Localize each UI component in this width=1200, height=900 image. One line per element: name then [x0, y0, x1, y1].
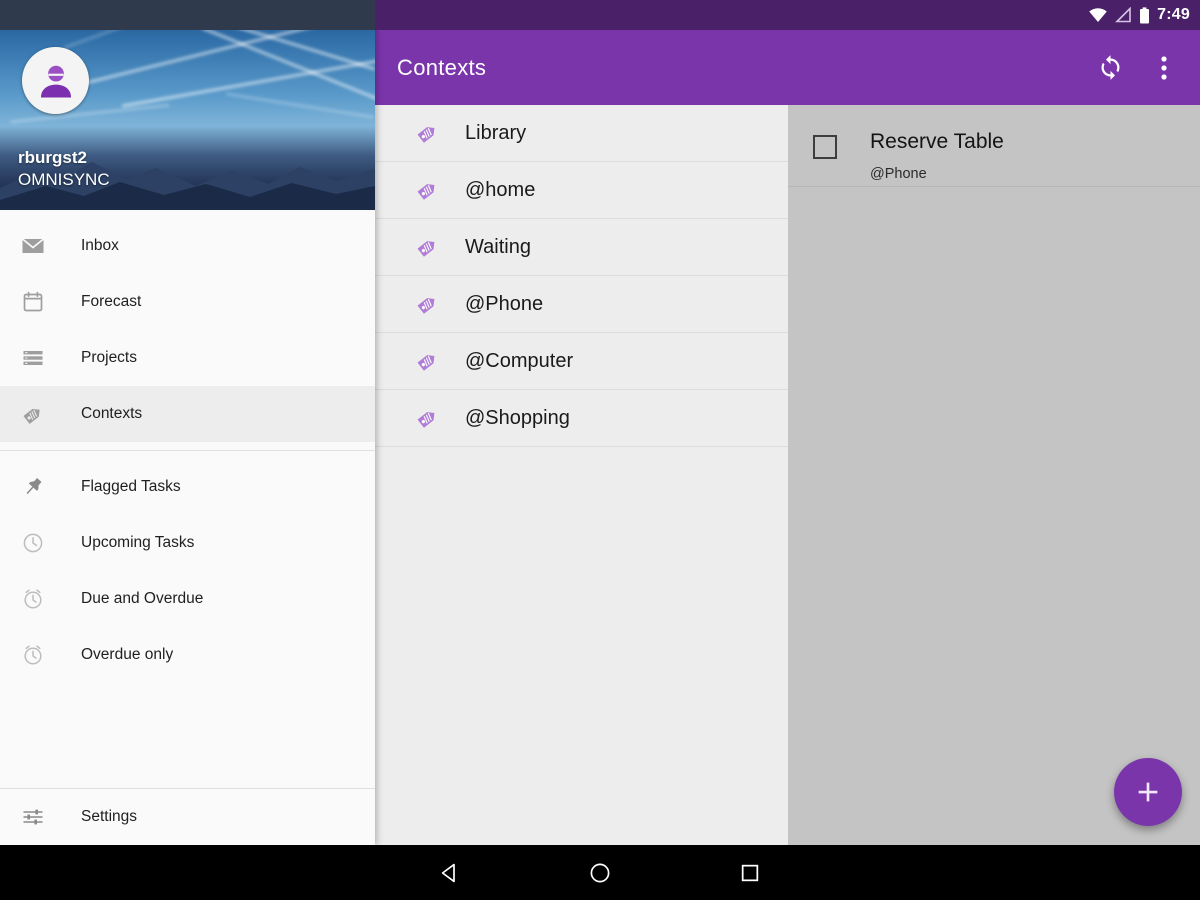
sidebar-item-forecast[interactable]: Forecast [0, 274, 375, 330]
home-circle-icon [588, 861, 612, 885]
sidebar-item-inbox[interactable]: Inbox [0, 218, 375, 274]
tag-icon [407, 291, 449, 317]
back-triangle-icon [438, 861, 462, 885]
context-list-item[interactable]: Library [375, 105, 788, 162]
context-list-item[interactable]: Waiting [375, 219, 788, 276]
calendar-icon [18, 290, 48, 314]
drawer-secondary-section: Flagged Tasks Upcoming Tasks Due and Ove… [0, 451, 375, 691]
tag-icon [407, 348, 449, 374]
tag-icon [407, 234, 449, 260]
context-list-item[interactable]: @Phone [375, 276, 788, 333]
sidebar-item-label: Settings [81, 808, 138, 825]
avatar[interactable] [22, 47, 89, 114]
home-button[interactable] [525, 861, 675, 885]
sidebar-item-label: Inbox [81, 237, 119, 254]
sidebar-item-settings[interactable]: Settings [0, 789, 375, 845]
app-screen: 7:49 Contexts Library @home Waiting @Pho… [0, 0, 1200, 900]
account-name: rburgst2 [18, 148, 87, 167]
task-detail-pane: Reserve Table @Phone [788, 105, 1200, 845]
wifi-icon [1088, 7, 1108, 23]
sidebar-item-label: Projects [81, 349, 137, 366]
sidebar-item-label: Forecast [81, 293, 142, 310]
sidebar-item-label: Due and Overdue [81, 590, 204, 607]
drawer-primary-section: Inbox Forecast Projects Contexts [0, 210, 375, 450]
clock-icon [18, 531, 48, 555]
status-bar-icons: 7:49 [1088, 0, 1190, 30]
inbox-envelope-icon [18, 234, 48, 258]
signal-icon [1115, 7, 1132, 23]
tag-icon [407, 405, 449, 431]
sidebar-item-label: Upcoming Tasks [81, 534, 195, 551]
context-list-pane: Library @home Waiting @Phone @Computer @… [375, 105, 788, 845]
sync-button[interactable] [1088, 46, 1132, 90]
context-list-item-label: @Computer [465, 349, 574, 372]
tag-icon [18, 402, 48, 427]
status-bar: 7:49 [0, 0, 1200, 30]
app-bar: Contexts [375, 30, 1200, 105]
alarm-icon [18, 587, 48, 611]
task-list-item[interactable]: Reserve Table @Phone [788, 105, 1200, 187]
plus-icon [1133, 777, 1163, 807]
alarm-icon [18, 643, 48, 667]
context-list-item-label: @Shopping [465, 406, 570, 429]
page-title: Contexts [397, 54, 487, 80]
context-list-item[interactable]: @Computer [375, 333, 788, 390]
task-title: Reserve Table [870, 130, 1004, 153]
sidebar-item-due-and-overdue[interactable]: Due and Overdue [0, 571, 375, 627]
recents-button[interactable] [675, 862, 825, 884]
sidebar-item-label: Overdue only [81, 646, 174, 663]
sidebar-item-contexts[interactable]: Contexts [0, 386, 375, 442]
task-checkbox[interactable] [813, 135, 837, 159]
task-context-label: @Phone [870, 166, 927, 182]
battery-icon [1139, 6, 1150, 24]
sidebar-item-flagged-tasks[interactable]: Flagged Tasks [0, 459, 375, 515]
sidebar-item-label: Flagged Tasks [81, 478, 181, 495]
sidebar-item-upcoming-tasks[interactable]: Upcoming Tasks [0, 515, 375, 571]
context-list-item-label: @home [465, 178, 536, 201]
recents-square-icon [739, 862, 761, 884]
add-task-fab[interactable] [1114, 758, 1182, 826]
status-bar-drawer-region [0, 0, 375, 30]
sidebar-item-overdue-only[interactable]: Overdue only [0, 627, 375, 683]
system-navigation-bar [0, 845, 1200, 900]
account-service: OMNISYNC [18, 170, 110, 189]
drawer-footer-section: Settings [0, 788, 375, 845]
sidebar-item-projects[interactable]: Projects [0, 330, 375, 386]
person-avatar-icon [34, 59, 78, 103]
context-list-item-label: Waiting [465, 235, 531, 258]
back-button[interactable] [375, 861, 525, 885]
sidebar-item-label: Contexts [81, 405, 143, 422]
overflow-menu-button[interactable] [1142, 46, 1186, 90]
list-icon [18, 346, 48, 370]
context-list-item-label: @Phone [465, 292, 544, 315]
context-list-item-label: Library [465, 121, 527, 144]
tune-sliders-icon [18, 805, 48, 829]
status-bar-clock: 7:49 [1157, 6, 1190, 23]
drawer-header: rburgst2 OMNISYNC [0, 0, 375, 210]
context-list-item[interactable]: @Shopping [375, 390, 788, 447]
tag-icon [407, 177, 449, 203]
app-bar-actions [1088, 30, 1186, 105]
navigation-drawer: rburgst2 OMNISYNC Inbox Forecast Project… [0, 0, 375, 845]
tag-icon [407, 120, 449, 146]
context-list-item[interactable]: @home [375, 162, 788, 219]
pin-icon [18, 475, 48, 499]
